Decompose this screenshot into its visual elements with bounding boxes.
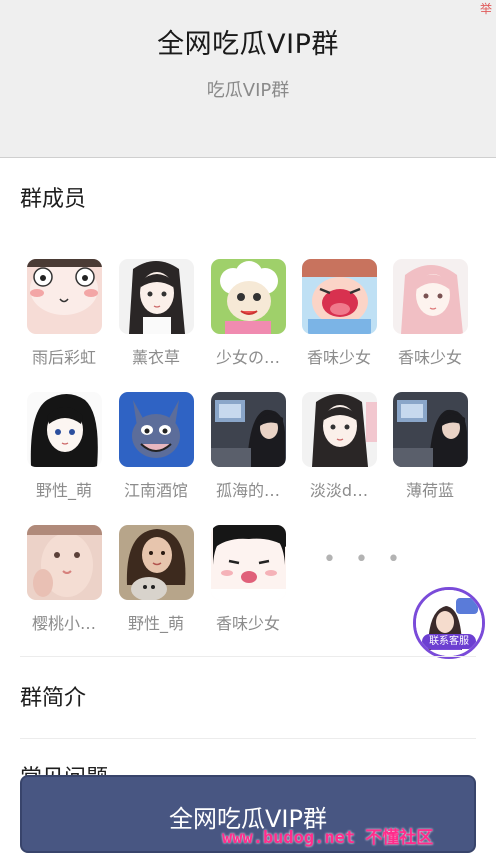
member-name: 孤海的… — [215, 481, 280, 500]
member-item[interactable]: 香味少女 — [294, 259, 384, 368]
member-item[interactable]: 香味少女 — [203, 525, 293, 634]
members-section-title: 群成员 — [20, 187, 87, 212]
member-name: 江南酒馆 — [123, 481, 188, 500]
gamer-girl-avatar — [210, 392, 286, 467]
member-item[interactable]: 江南酒馆 — [111, 392, 201, 501]
pink-hair-girl-avatar — [392, 259, 468, 334]
member-name: 樱桃小… — [31, 614, 96, 633]
anime-girl-avatar — [118, 259, 194, 334]
divider — [20, 656, 476, 657]
member-item[interactable]: 薰衣草 — [111, 259, 201, 368]
member-name: 香味少女 — [306, 348, 371, 367]
member-item[interactable]: 孤海的… — [203, 392, 293, 501]
photo-girl-avatar — [26, 525, 102, 600]
member-name: 野性_萌 — [35, 481, 92, 500]
member-item[interactable]: 野性_萌 — [19, 392, 109, 501]
site-watermark: www.budog.net 不懂社区 — [222, 828, 434, 848]
group-subtitle: 吃瓜VIP群 — [206, 80, 290, 101]
anime-face-avatar — [210, 525, 286, 600]
gamer-girl-avatar — [392, 392, 468, 467]
chat-bubble-icon — [456, 598, 478, 614]
cartoon-face-avatar — [26, 259, 102, 334]
divider — [20, 738, 476, 739]
member-name: 薰衣草 — [131, 348, 180, 367]
crying-cartoon-avatar — [301, 259, 377, 334]
intro-section-title[interactable]: 群简介 — [20, 680, 86, 712]
member-item[interactable]: 少女の… — [203, 259, 293, 368]
customer-service-label: 联系客服 — [422, 634, 476, 649]
customer-service-icon[interactable]: 联系客服 — [413, 587, 485, 659]
member-item[interactable]: 薄荷蓝 — [385, 392, 475, 501]
member-name: 淡淡d… — [309, 481, 369, 500]
group-title: 全网吃瓜VIP群 — [157, 29, 339, 60]
member-name: 少女の… — [215, 348, 280, 367]
more-members-button[interactable]: • • • — [323, 547, 406, 572]
girl-with-dog-avatar — [118, 525, 194, 600]
member-name: 雨后彩虹 — [31, 348, 96, 367]
cartoon-cat-avatar — [118, 392, 194, 467]
cartoon-sheep-avatar — [210, 259, 286, 334]
group-header: 全网吃瓜VIP群 吃瓜VIP群 举 — [0, 0, 496, 158]
member-item[interactable]: 香味少女 — [385, 259, 475, 368]
member-name: 香味少女 — [215, 614, 280, 633]
member-name: 薄荷蓝 — [405, 481, 454, 500]
member-item[interactable]: 雨后彩虹 — [19, 259, 109, 368]
report-link[interactable]: 举 — [480, 0, 492, 17]
member-item[interactable]: 樱桃小… — [19, 525, 109, 634]
member-name: 野性_萌 — [127, 614, 184, 633]
anime-girl-avatar — [26, 392, 102, 467]
group-join-page: 全网吃瓜VIP群 吃瓜VIP群 举 群成员 雨后彩虹 薰衣草 少女の… 香味少女… — [0, 0, 496, 856]
member-item[interactable]: 野性_萌 — [111, 525, 201, 634]
member-name: 香味少女 — [397, 348, 462, 367]
member-item[interactable]: 淡淡d… — [294, 392, 384, 501]
anime-girl-avatar — [301, 392, 377, 467]
